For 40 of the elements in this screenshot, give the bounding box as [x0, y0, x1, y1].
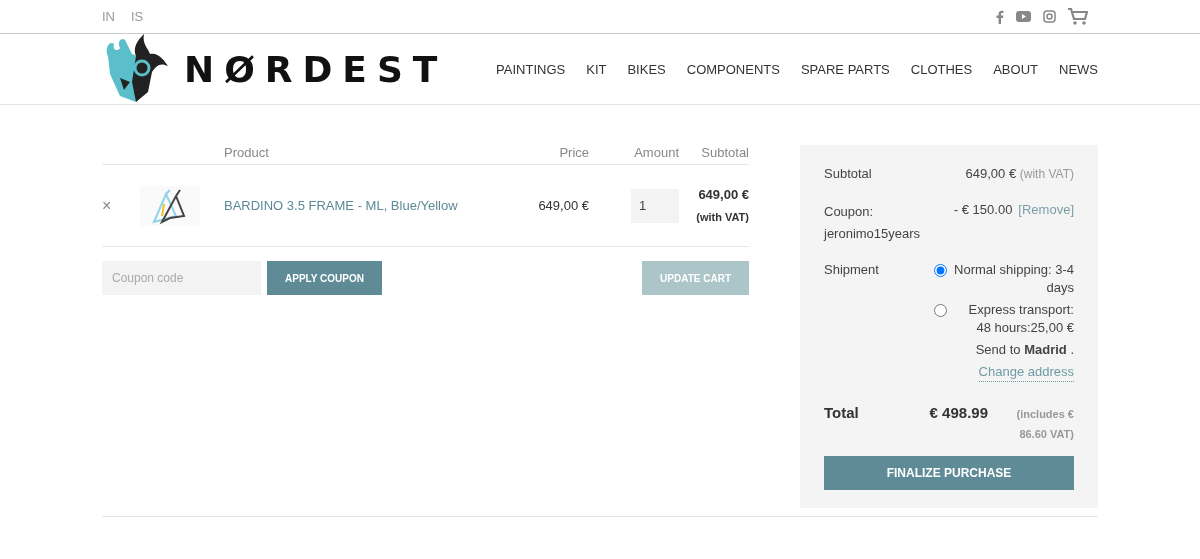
nav-link[interactable]: COMPONENTS — [686, 61, 780, 77]
shipping-option-text: Express transport: 48 hours:25,00 € — [967, 301, 1074, 337]
product-link[interactable]: BARDINO 3.5 FRAME - ML, Blue/Yellow — [224, 198, 489, 213]
shipping-radio[interactable] — [934, 304, 947, 317]
finalize-purchase-button[interactable]: FINALIZE PURCHASE — [824, 456, 1074, 490]
nav-link[interactable]: SPARE PARTS — [800, 61, 890, 77]
send-to-text: Send to Madrid . — [975, 341, 1074, 359]
instagram-icon[interactable] — [1043, 10, 1056, 23]
column-header: Subtotal — [700, 145, 749, 160]
nav-link[interactable]: ABOUT — [993, 61, 1038, 77]
bike-frame-thumbnail — [140, 185, 200, 226]
nav-link[interactable]: KIT — [586, 61, 607, 77]
summary-label: Subtotal — [824, 165, 872, 183]
column-header: Price — [558, 145, 589, 160]
coupon-field[interactable]: Coupon code — [102, 261, 261, 295]
subtotal-value: 649,00 € (with VAT) — [965, 165, 1074, 183]
logo-text[interactable]: NØRDEST — [184, 48, 448, 90]
column-header: Product — [224, 145, 270, 160]
total-label: Total — [824, 404, 859, 423]
shipping-option-text: Normal shipping: 3-4 days — [953, 261, 1074, 297]
discount-value: - € 150.00 [Remove] — [953, 201, 1074, 219]
coupon-label: Coupon: jeronimo15years — [824, 203, 922, 243]
nav-link[interactable]: CLOTHES — [910, 61, 973, 77]
total-value: € 498.99 — [929, 404, 988, 422]
column-header: Amount — [633, 145, 679, 160]
remove-item-button[interactable]: × — [102, 196, 140, 215]
shipping-radio[interactable] — [934, 264, 947, 277]
youtube-icon[interactable] — [1016, 11, 1031, 22]
apply-coupon-button[interactable]: APPLY COUPON — [267, 261, 382, 295]
cart-icon[interactable] — [1068, 8, 1088, 25]
nav-link[interactable]: BIKES — [627, 61, 666, 77]
summary-label: Shipment — [824, 261, 879, 279]
nav-link[interactable]: PAINTINGS — [496, 61, 566, 77]
price-text: 649,00 € — [537, 198, 589, 213]
vat-note: (with VAT) — [696, 210, 749, 223]
quantity-field[interactable]: 1 — [631, 188, 679, 223]
facebook-icon[interactable] — [996, 9, 1004, 24]
nav-link[interactable]: NEWS — [1059, 61, 1098, 77]
subtotal-text: 649,00 € — [698, 186, 749, 202]
vat-note: (includes € 86.60 VAT) — [1015, 407, 1074, 442]
